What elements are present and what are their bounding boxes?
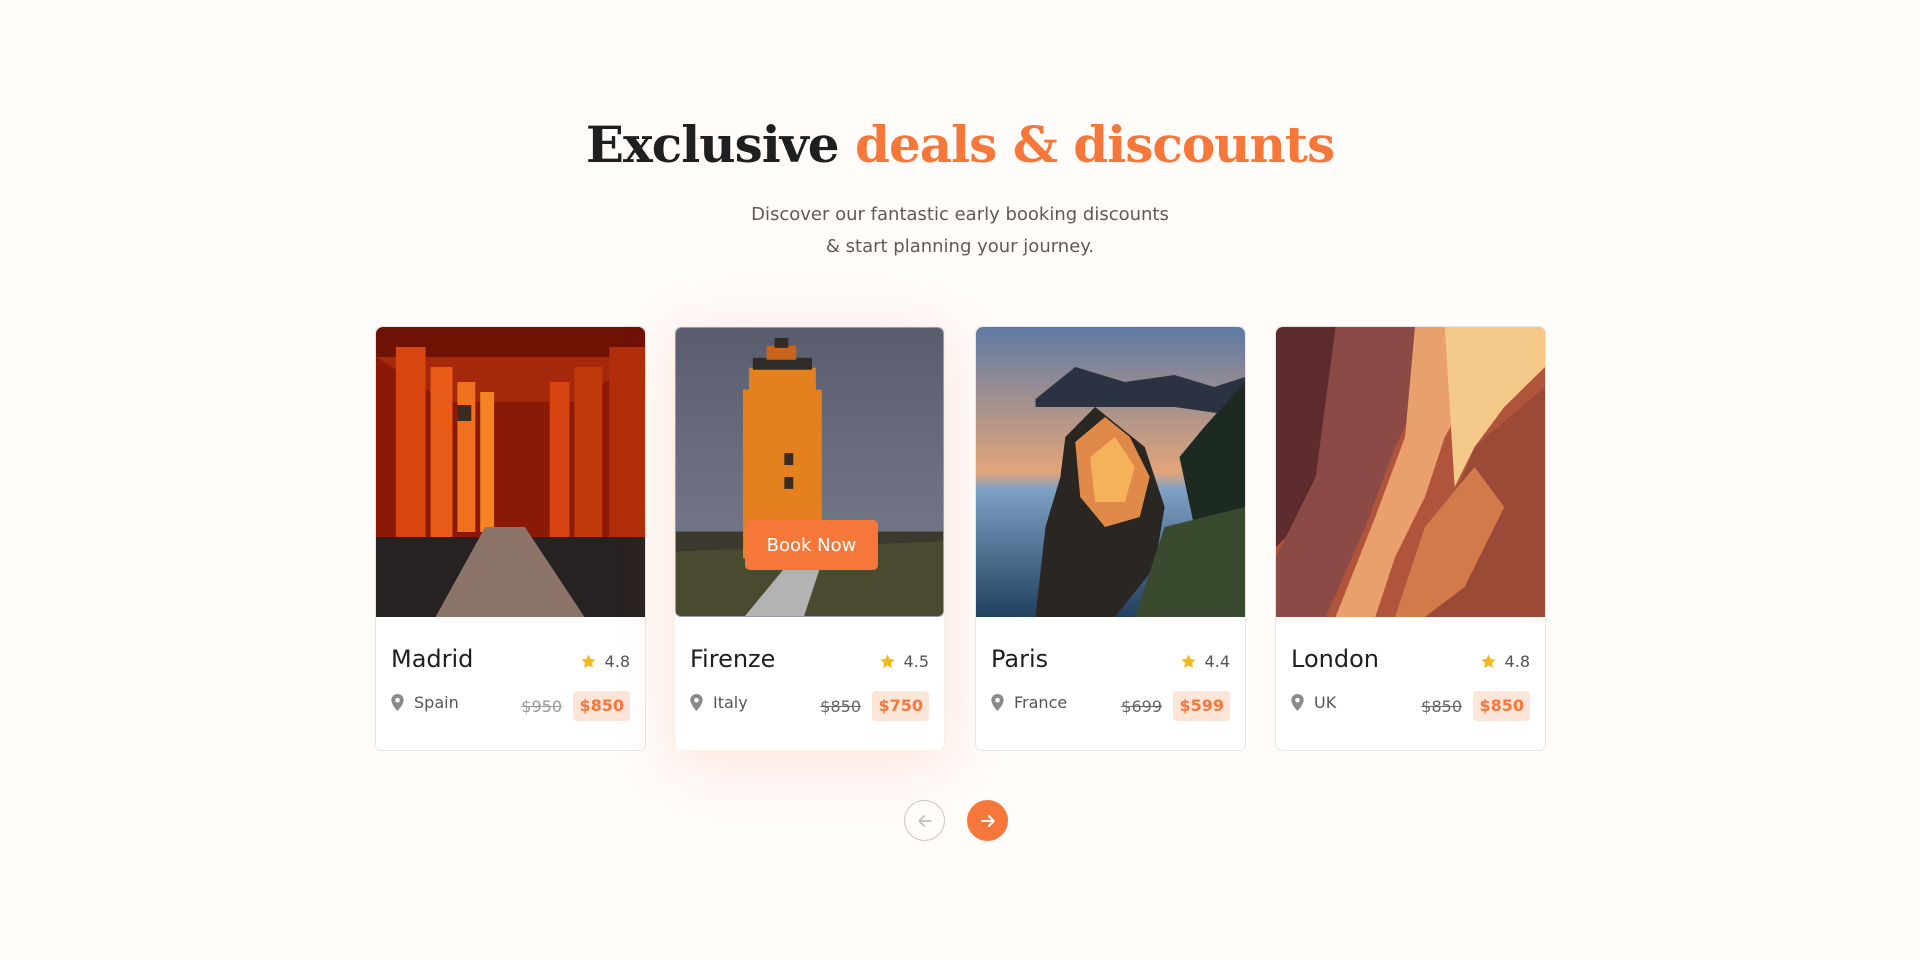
discount-price: $750: [872, 691, 929, 721]
card-rating: 4.8: [580, 652, 630, 671]
map-pin-icon: [391, 694, 404, 711]
destination-photo: [1276, 327, 1545, 617]
card-city: Madrid: [391, 645, 474, 673]
star-icon: [1480, 654, 1496, 668]
card-rating: 4.5: [879, 652, 929, 671]
destination-photo: [376, 327, 645, 617]
map-pin-icon: [690, 694, 703, 711]
next-button[interactable]: [967, 800, 1008, 841]
rating-value: 4.8: [604, 652, 630, 671]
section-subtitle: Discover our fantastic early booking dis…: [0, 199, 1920, 263]
card-location: France: [991, 693, 1067, 712]
map-pin-icon: [1291, 694, 1304, 711]
book-now-button[interactable]: Book Now: [745, 520, 878, 570]
subtitle-line-1: Discover our fantastic early booking dis…: [751, 204, 1169, 225]
rating-value: 4.5: [903, 652, 929, 671]
map-pin-icon: [991, 694, 1004, 711]
card-location: Italy: [690, 693, 748, 712]
country-label: France: [1014, 693, 1068, 712]
country-label: Spain: [414, 693, 459, 712]
deal-card-madrid[interactable]: Madrid 4.8 Spain $950 $850: [375, 326, 646, 751]
subtitle-line-2: & start planning your journey.: [825, 236, 1095, 257]
star-icon: [1180, 654, 1196, 668]
star-icon: [879, 654, 895, 668]
country-label: UK: [1314, 693, 1337, 712]
section-title: Exclusive deals & discounts: [0, 115, 1920, 174]
star-icon: [580, 654, 596, 668]
discount-price: $599: [1173, 691, 1230, 721]
arrow-left-icon: [917, 814, 932, 827]
title-accent: deals & discounts: [855, 115, 1335, 174]
original-price: $850: [820, 697, 861, 716]
card-location: UK: [1291, 693, 1336, 712]
card-location: Spain: [391, 693, 459, 712]
card-city: Firenze: [690, 645, 776, 673]
deal-card-london[interactable]: London 4.8 UK $850 $850: [1275, 326, 1546, 751]
country-label: Italy: [713, 693, 748, 712]
destination-photo: [976, 327, 1245, 617]
arrow-right-icon: [980, 814, 995, 827]
deal-card-firenze[interactable]: Book Now Firenze 4.5 Italy $850 $750: [674, 326, 945, 751]
rating-value: 4.8: [1504, 652, 1530, 671]
card-city: London: [1291, 645, 1379, 673]
original-price: $850: [1421, 697, 1462, 716]
discount-price: $850: [1473, 691, 1530, 721]
previous-button[interactable]: [904, 800, 945, 841]
deal-card-paris[interactable]: Paris 4.4 France $699 $599: [975, 326, 1246, 751]
rating-value: 4.4: [1204, 652, 1230, 671]
discount-price: $850: [573, 691, 630, 721]
card-city: Paris: [991, 645, 1049, 673]
title-main: Exclusive: [585, 115, 840, 174]
card-rating: 4.4: [1180, 652, 1230, 671]
card-rating: 4.8: [1480, 652, 1530, 671]
original-price: $699: [1121, 697, 1162, 716]
original-price: $950: [521, 697, 562, 716]
destination-photo: [675, 327, 944, 617]
